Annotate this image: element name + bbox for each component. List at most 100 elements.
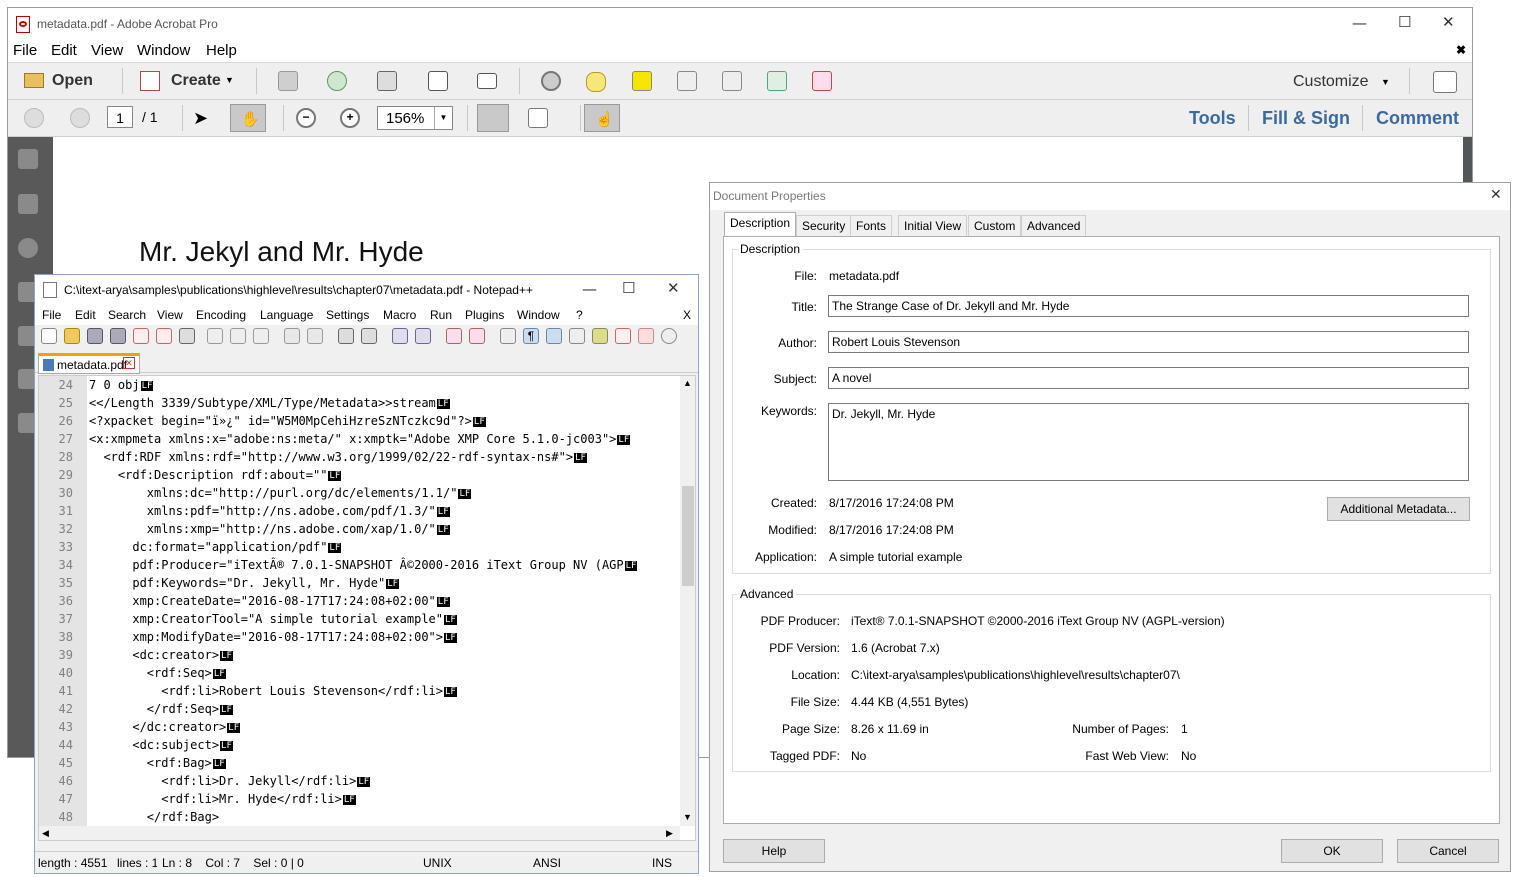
zoom-out-icon[interactable] <box>415 328 431 344</box>
touch-mode-button[interactable]: ☝ <box>584 104 620 132</box>
sync-h-icon[interactable] <box>469 328 485 344</box>
menu-settings[interactable]: Settings <box>326 308 369 322</box>
menu-run[interactable]: Run <box>430 308 452 322</box>
page-down-icon[interactable] <box>70 108 90 128</box>
menu-help[interactable]: ? <box>576 308 583 322</box>
scroll-down-icon[interactable]: ▼ <box>683 812 692 822</box>
scroll-up-icon[interactable]: ▲ <box>683 378 692 388</box>
tools-link[interactable]: Tools <box>1189 108 1236 129</box>
scroll-left-icon[interactable]: ◀ <box>42 828 49 839</box>
tab-initial-view[interactable]: Initial View <box>898 215 968 236</box>
menu-edit[interactable]: Edit <box>75 308 96 322</box>
close-button[interactable]: ✕ <box>667 279 680 297</box>
minimize-button[interactable]: — <box>582 280 597 298</box>
maximize-button[interactable]: ☐ <box>622 279 635 297</box>
page-up-icon[interactable] <box>24 108 44 128</box>
create-button[interactable]: Create ▼ <box>140 71 240 93</box>
menu-file[interactable]: File <box>13 42 37 59</box>
save-icon[interactable] <box>87 328 103 344</box>
fit-width-icon[interactable] <box>528 108 548 128</box>
copy-icon[interactable] <box>230 328 246 344</box>
close-file-icon[interactable] <box>133 328 149 344</box>
open-button[interactable]: Open <box>22 71 112 93</box>
menu-window[interactable]: Window <box>137 42 190 59</box>
tab-description[interactable]: Description <box>724 212 797 237</box>
cloud-upload-icon[interactable] <box>327 71 347 91</box>
redact-icon[interactable] <box>677 71 697 91</box>
print-icon[interactable] <box>377 71 397 91</box>
minimize-button[interactable]: — <box>1352 14 1367 32</box>
doc-map-icon[interactable] <box>592 328 608 344</box>
open-file-icon[interactable] <box>64 328 80 344</box>
maximize-button[interactable]: ☐ <box>1398 13 1411 31</box>
replace-icon[interactable] <box>361 328 377 344</box>
edit-icon[interactable] <box>428 71 448 91</box>
monitoring-icon[interactable] <box>661 328 677 344</box>
ok-button[interactable]: OK <box>1281 839 1383 863</box>
vertical-scrollbar[interactable]: ▲ ▼ <box>680 376 695 826</box>
menu-file[interactable]: File <box>42 308 61 322</box>
menu-view[interactable]: View <box>157 308 183 322</box>
help-button[interactable]: Help <box>723 839 825 863</box>
close-all-icon[interactable] <box>156 328 172 344</box>
close-doc-icon[interactable]: ✖ <box>1456 43 1466 57</box>
tab-security[interactable]: Security <box>796 215 852 236</box>
tab-metadata[interactable]: metadata.pdf ✕ <box>38 353 140 374</box>
indent-guide-icon[interactable] <box>546 328 562 344</box>
horizontal-scrollbar[interactable]: ◀ ▶ <box>39 826 680 840</box>
hand-tool-button[interactable]: ✋ <box>230 104 266 132</box>
customize-dropdown[interactable]: Customize ▼ <box>1293 73 1393 93</box>
tab-custom[interactable]: Custom <box>968 215 1022 236</box>
tab-fonts[interactable]: Fonts <box>850 215 893 236</box>
scroll-thumb[interactable] <box>682 486 694 586</box>
word-wrap-icon[interactable] <box>500 328 516 344</box>
keywords-field[interactable]: Dr. Jekyll, Mr. Hyde <box>828 403 1469 481</box>
close-button[interactable]: ✕ <box>1442 13 1455 31</box>
menu-search[interactable]: Search <box>108 308 146 322</box>
paste-icon[interactable] <box>253 328 269 344</box>
sync-v-icon[interactable] <box>446 328 462 344</box>
gear-icon[interactable] <box>541 71 561 91</box>
folder-workspace-icon[interactable] <box>638 328 654 344</box>
menu-window[interactable]: Window <box>517 308 560 322</box>
zoom-select[interactable]: 156% ▼ <box>377 106 453 130</box>
close-doc-x[interactable]: X <box>683 308 691 322</box>
menu-plugins[interactable]: Plugins <box>465 308 504 322</box>
udl-icon[interactable] <box>569 328 585 344</box>
menu-encoding[interactable]: Encoding <box>196 308 246 322</box>
save-all-icon[interactable] <box>110 328 126 344</box>
zoom-out-icon[interactable]: − <box>296 108 316 128</box>
additional-metadata-button[interactable]: Additional Metadata... <box>1327 497 1470 521</box>
save-icon[interactable] <box>278 71 298 91</box>
page-number-input[interactable]: 1 <box>107 106 133 128</box>
zoom-in-icon[interactable] <box>392 328 408 344</box>
highlight-icon[interactable] <box>632 71 652 91</box>
zoom-in-icon[interactable]: + <box>340 108 360 128</box>
fill-sign-link[interactable]: Fill & Sign <box>1262 108 1350 129</box>
pages-icon[interactable] <box>18 149 38 169</box>
menu-view[interactable]: View <box>91 42 123 59</box>
author-field[interactable]: Robert Louis Stevenson <box>828 331 1469 353</box>
fit-page-button[interactable] <box>477 104 509 132</box>
print-icon[interactable] <box>179 328 195 344</box>
layers-icon[interactable] <box>18 238 38 258</box>
comment-link[interactable]: Comment <box>1376 108 1459 129</box>
menu-macro[interactable]: Macro <box>383 308 416 322</box>
code-editor[interactable]: 24 25 26 27 28 29 30 31 32 33 34 35 36 37 38 39 40 41 42 43… <box>38 375 696 841</box>
dialog-close-button[interactable]: ✕ <box>1490 187 1502 203</box>
redo-icon[interactable] <box>307 328 323 344</box>
menu-edit[interactable]: Edit <box>51 42 77 59</box>
undo-icon[interactable] <box>284 328 300 344</box>
export-icon[interactable] <box>767 71 787 91</box>
cancel-button[interactable]: Cancel <box>1397 839 1499 863</box>
new-file-icon[interactable] <box>41 328 57 344</box>
menu-language[interactable]: Language <box>260 308 313 322</box>
bookmark-icon[interactable] <box>18 194 38 214</box>
fullscreen-icon[interactable] <box>1433 71 1457 93</box>
show-all-chars-icon[interactable]: ¶ <box>523 328 539 344</box>
close-tab-icon[interactable]: ✕ <box>123 357 135 369</box>
email-icon[interactable] <box>477 73 497 89</box>
tab-advanced[interactable]: Advanced <box>1021 215 1087 236</box>
comment-icon[interactable] <box>586 72 606 92</box>
title-field[interactable]: The Strange Case of Dr. Jekyll and Mr. H… <box>828 295 1469 317</box>
